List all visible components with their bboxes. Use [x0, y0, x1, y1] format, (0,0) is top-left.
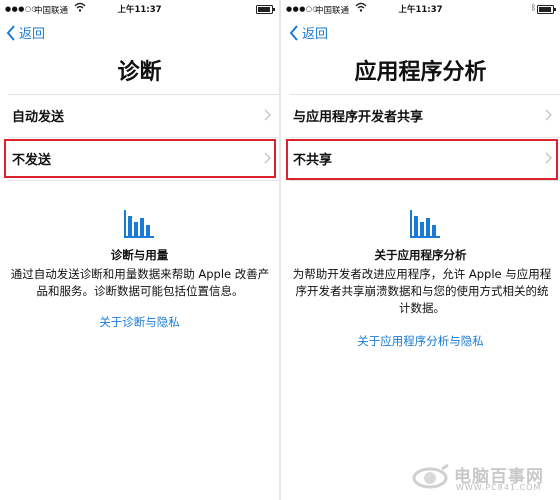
chevron-left-icon	[289, 24, 298, 41]
site-watermark: 电脑百事网 WWW.PC841.COM	[410, 460, 558, 496]
back-button[interactable]: 返回	[6, 23, 45, 42]
page-title: 应用程序分析	[354, 60, 487, 85]
option-auto-send[interactable]: 自动发送	[0, 95, 279, 135]
chevron-right-icon	[264, 109, 271, 121]
status-time: 上午11:37	[398, 5, 443, 15]
app-analytics-screen: ●●●○○ 中国联通 上午11:37 ᛒ 返回 应用程序分析 与应用程序开发者共…	[281, 0, 560, 500]
option-label: 自动发送	[12, 109, 65, 125]
chevron-right-icon	[264, 152, 271, 164]
status-bar: ●●●○○ 中国联通 上午11:37 ᛒ	[281, 0, 560, 18]
option-label: 不发送	[12, 152, 52, 168]
site-logo-icon	[412, 463, 449, 489]
page-title: 诊断	[117, 60, 162, 85]
chevron-left-icon	[6, 24, 15, 41]
back-label: 返回	[302, 27, 329, 42]
back-label: 返回	[19, 27, 46, 42]
bluetooth-icon: ᛒ	[531, 3, 536, 12]
info-description: 通过自动发送诊断和用量数据来帮助 Apple 改善产品和服务。诊断数据可能包括位…	[10, 267, 270, 298]
battery-icon	[537, 5, 556, 14]
info-description: 为帮助开发者改进应用程序，允许 Apple 与应用程序开发者共享崩溃数据和与您的…	[292, 267, 552, 315]
bar-chart-icon	[124, 210, 154, 238]
watermark-url: WWW.PC841.COM	[456, 483, 542, 492]
option-do-not-send[interactable]: 不发送	[0, 138, 279, 178]
back-button[interactable]: 返回	[289, 23, 328, 42]
privacy-link[interactable]: 关于诊断与隐私	[0, 314, 279, 330]
status-bar: ●●●○○ 中国联通 上午11:37	[0, 0, 279, 18]
bar-chart-icon	[410, 210, 440, 238]
status-time: 上午11:37	[117, 5, 162, 15]
chevron-right-icon	[545, 109, 552, 121]
info-title: 诊断与用量	[110, 248, 169, 262]
battery-icon	[256, 5, 275, 14]
option-do-not-share[interactable]: 不共享	[281, 138, 560, 178]
divider	[8, 180, 279, 181]
option-share-with-developers[interactable]: 与应用程序开发者共享	[281, 95, 560, 135]
chevron-right-icon	[545, 152, 552, 164]
divider	[289, 180, 560, 181]
option-label: 与应用程序开发者共享	[293, 109, 424, 125]
option-label: 不共享	[293, 152, 333, 168]
info-title: 关于应用程序分析	[374, 248, 467, 262]
privacy-link[interactable]: 关于应用程序分析与隐私	[281, 333, 560, 349]
diagnostics-screen: ●●●○○ 中国联通 上午11:37 返回 诊断 自动发送 不发送 诊断与用量	[0, 0, 279, 500]
